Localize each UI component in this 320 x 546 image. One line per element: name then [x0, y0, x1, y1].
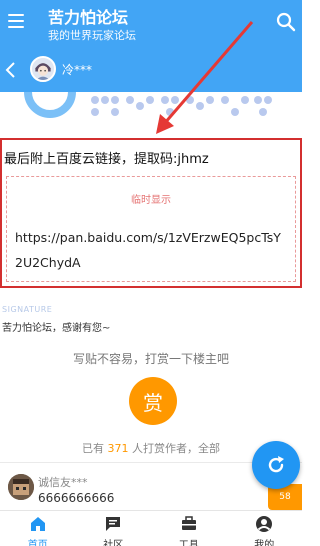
post-banner-image [0, 92, 302, 134]
commenter-name[interactable]: 诚信友*** [38, 474, 88, 490]
reveal-title: 临时显示 [131, 195, 171, 206]
post-content-highlight: 最后附上百度云链接，提取码:jhmz 临时显示 https://pan.baid… [0, 138, 302, 288]
search-icon[interactable] [276, 12, 296, 32]
app-title: 苦力怕论坛 [48, 8, 129, 27]
nav-tools[interactable]: 工具 [151, 511, 227, 546]
bottom-nav: 首页 社区 工具 我的 [0, 510, 302, 546]
nav-home[interactable]: 首页 [0, 511, 76, 546]
refresh-icon [268, 456, 284, 473]
refresh-button[interactable] [252, 441, 300, 489]
post-content-text: 最后附上百度云链接，提取码:jhmz [4, 152, 209, 167]
reward-button[interactable]: 赏 [129, 377, 177, 425]
nav-profile-label: 我的 [254, 540, 275, 546]
reward-count-number: 371 [107, 442, 129, 455]
author-name[interactable]: 冷*** [62, 61, 92, 78]
nav-profile[interactable]: 我的 [227, 511, 303, 546]
person-icon [256, 516, 273, 532]
baidu-link[interactable]: https://pan.baidu.com/s/1zVErzwEQ5pcTsY2… [15, 225, 287, 275]
toolbox-icon [181, 516, 196, 530]
nav-community-label: 社区 [103, 540, 124, 546]
thread-header: 冷*** [0, 48, 302, 92]
signature-text: 苦力怕论坛，感谢有您~ [2, 323, 111, 334]
hidden-content-box: 临时显示 https://pan.baidu.com/s/1zVErzwEQ5p… [6, 176, 296, 282]
reward-prompt: 写贴不容易，打赏一下楼主吧 [72, 352, 229, 366]
commenter-avatar[interactable] [8, 474, 34, 500]
nav-community[interactable]: 社区 [76, 511, 152, 546]
comment-text: 6666666666 [38, 491, 115, 505]
reward-count-suffix: 人打赏作者，全部 [132, 442, 220, 455]
home-icon [30, 517, 45, 531]
nav-home-label: 首页 [27, 540, 48, 546]
nav-tools-label: 工具 [178, 540, 199, 546]
signature-label: SIGNATURE [2, 305, 53, 314]
back-icon[interactable] [4, 60, 18, 80]
app-bar: 苦力怕论坛 我的世界玩家论坛 [0, 0, 302, 48]
menu-icon[interactable] [8, 14, 24, 28]
app-subtitle: 我的世界玩家论坛 [48, 29, 136, 42]
author-avatar[interactable] [30, 56, 56, 82]
chat-icon [106, 517, 121, 531]
reward-count-prefix: 已有 [82, 442, 104, 455]
